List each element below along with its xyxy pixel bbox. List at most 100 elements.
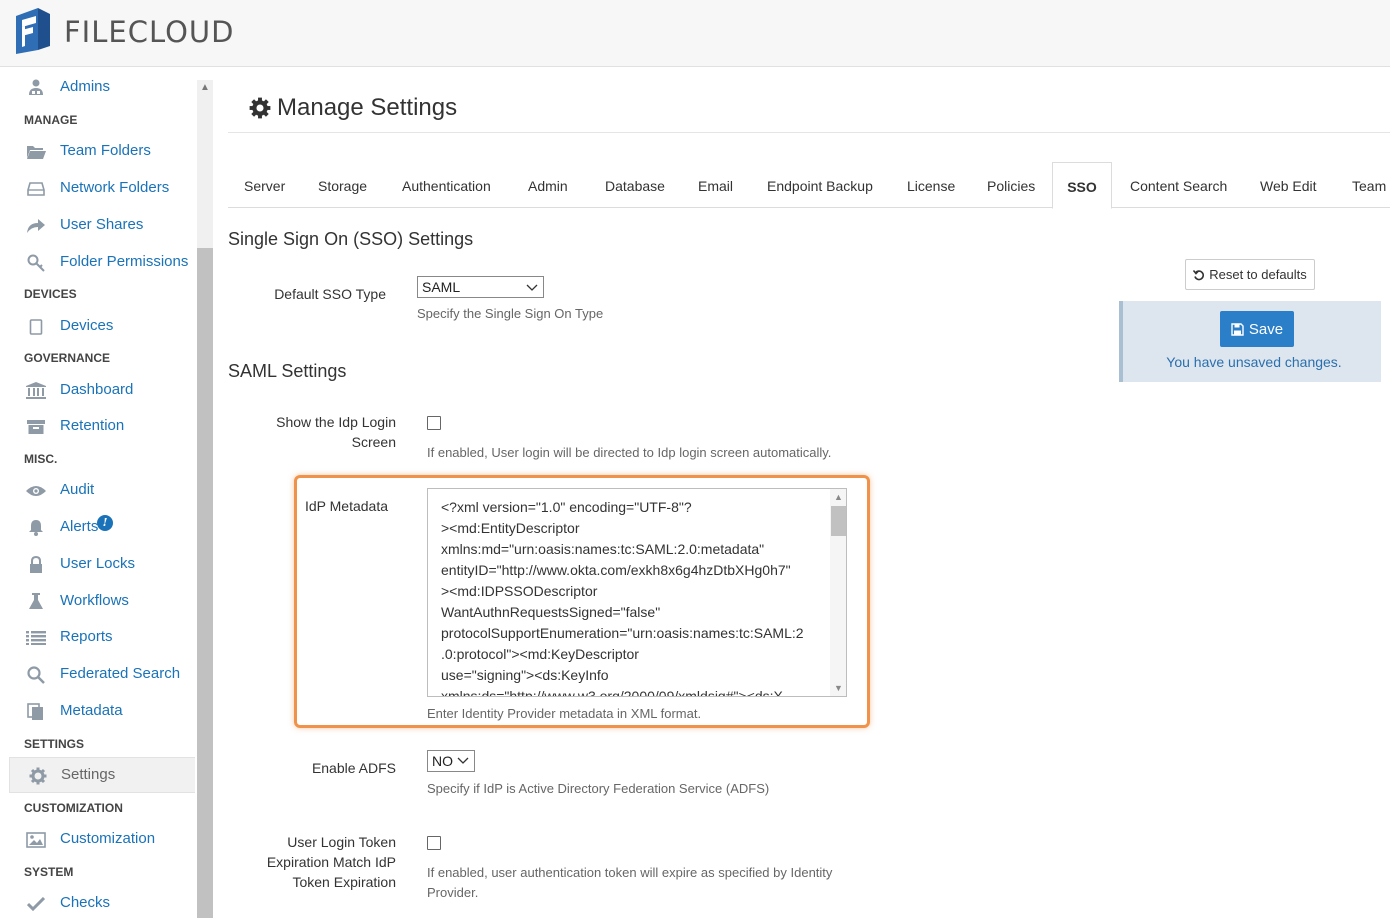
show-idp-login-help: If enabled, User login will be directed … — [427, 445, 832, 460]
filecloud-logo-icon[interactable] — [12, 6, 52, 56]
sidebar-item-admins[interactable]: Admins — [0, 72, 197, 102]
alert-badge: ! — [97, 515, 113, 531]
tab-admin[interactable]: Admin — [528, 162, 568, 208]
token-expiration-checkbox[interactable] — [427, 836, 441, 850]
token-expiration-label: User Login Token Expiration Match IdP To… — [230, 832, 396, 892]
sidebar-item-folder-permissions[interactable]: Folder Permissions — [0, 247, 197, 277]
help-line: Provider. — [427, 885, 479, 900]
floppy-disk-icon — [1231, 322, 1244, 336]
sidebar-item-customization[interactable]: Customization — [0, 824, 197, 854]
sidebar-item-checks[interactable]: Checks — [0, 888, 197, 918]
tab-web-edit[interactable]: Web Edit — [1260, 162, 1317, 208]
default-sso-type-select[interactable]: SAML — [417, 276, 544, 298]
sidebar-item-devices[interactable]: Devices — [0, 311, 197, 341]
label-line: Screen — [351, 434, 396, 450]
picture-icon — [26, 831, 46, 848]
tab-sso[interactable]: SSO — [1052, 162, 1112, 209]
sidebar-item-federated-search[interactable]: Federated Search — [0, 659, 197, 689]
default-sso-type-label: Default SSO Type — [274, 286, 386, 302]
save-panel: Save You have unsaved changes. — [1119, 301, 1381, 382]
undo-icon — [1193, 269, 1205, 280]
sidebar-item-label: Network Folders — [60, 179, 170, 196]
idp-metadata-text: <?xml version="1.0" encoding="UTF-8"? ><… — [441, 499, 804, 697]
saml-section-title: SAML Settings — [228, 361, 347, 381]
sidebar-item-reports[interactable]: Reports — [0, 622, 197, 652]
sso-section-title: Single Sign On (SSO) Settings — [228, 229, 474, 249]
sidebar-item-team-folders[interactable]: Team Folders — [0, 136, 197, 166]
sidebar-item-metadata[interactable]: Metadata — [0, 696, 197, 726]
chevron-down-icon — [526, 284, 538, 291]
idp-metadata-textarea[interactable]: <?xml version="1.0" encoding="UTF-8"? ><… — [427, 488, 847, 697]
textarea-scroll-down-icon[interactable]: ▼ — [830, 680, 846, 696]
network-drive-icon — [26, 180, 46, 197]
sidebar-heading-devices: DEVICES — [24, 287, 77, 301]
tab-license[interactable]: License — [907, 162, 955, 208]
tab-email[interactable]: Email — [698, 162, 733, 208]
sidebar-item-retention[interactable]: Retention — [0, 411, 197, 441]
sidebar-item-label: User Shares — [60, 216, 144, 233]
tablet-icon — [26, 318, 46, 335]
tab-database[interactable]: Database — [605, 162, 665, 208]
checkmark-icon — [26, 895, 46, 912]
save-button[interactable]: Save — [1220, 311, 1294, 347]
save-label: Save — [1248, 320, 1284, 338]
sidebar-item-label: Metadata — [60, 702, 123, 719]
reset-to-defaults-button[interactable]: Reset to defaults — [1185, 259, 1315, 290]
page-title-text: Manage Settings — [277, 94, 458, 121]
files-icon — [26, 702, 46, 720]
sidebar-item-label: Reports — [60, 628, 113, 645]
tab-policies[interactable]: Policies — [987, 162, 1035, 208]
sidebar-item-workflows[interactable]: Workflows — [0, 586, 197, 616]
enable-adfs-help: Specify if IdP is Active Directory Feder… — [427, 781, 770, 796]
sidebar-item-label: User Locks — [60, 555, 136, 572]
label-line: Show the Idp Login — [276, 414, 396, 430]
sidebar-item-dashboard[interactable]: Dashboard — [0, 375, 197, 405]
key-icon — [26, 254, 46, 272]
share-arrow-icon — [26, 217, 46, 234]
sidebar-item-label: Workflows — [60, 592, 129, 609]
folder-open-icon — [26, 143, 46, 160]
settings-tabs: Server Storage Authentication Admin Data… — [228, 162, 1390, 209]
tab-server[interactable]: Server — [244, 162, 285, 208]
tab-authentication[interactable]: Authentication — [402, 162, 491, 208]
sidebar-item-label: Dashboard — [60, 381, 134, 398]
sidebar-item-user-shares[interactable]: User Shares — [0, 210, 197, 240]
show-idp-login-label: Show the Idp Login Screen — [240, 412, 396, 452]
sidebar-heading-misc: MISC. — [24, 452, 58, 466]
sidebar-item-label: Team Folders — [60, 142, 151, 159]
sidebar-item-label: Alerts — [60, 518, 99, 535]
sidebar-item-settings[interactable]: Settings — [9, 757, 195, 793]
idp-metadata-label: IdP Metadata — [304, 498, 388, 514]
sidebar-scrollbar-thumb[interactable] — [197, 248, 213, 918]
title-divider — [228, 132, 1390, 133]
sidebar-item-label: Settings — [61, 766, 116, 783]
sidebar-item-user-locks[interactable]: User Locks — [0, 549, 197, 579]
sidebar-item-audit[interactable]: Audit — [0, 475, 197, 505]
sidebar-item-label: Federated Search — [60, 665, 181, 682]
sidebar-item-alerts[interactable]: Alerts ! — [0, 512, 197, 542]
help-line: If enabled, user authentication token wi… — [427, 865, 833, 880]
show-idp-login-checkbox[interactable] — [427, 416, 441, 430]
tab-storage[interactable]: Storage — [318, 162, 367, 208]
sidebar-item-network-folders[interactable]: Network Folders — [0, 173, 197, 203]
gear-icon — [28, 767, 48, 784]
tab-content-search[interactable]: Content Search — [1130, 162, 1227, 208]
tab-team-folders[interactable]: Team F — [1352, 162, 1390, 208]
textarea-scroll-up-icon[interactable]: ▲ — [830, 489, 846, 505]
page-title: Manage Settings — [249, 94, 457, 122]
enable-adfs-select[interactable]: NO — [427, 750, 475, 772]
sidebar-heading-system: SYSTEM — [24, 865, 74, 879]
chevron-down-icon — [457, 757, 469, 764]
archive-icon — [26, 418, 46, 435]
search-icon — [26, 665, 46, 684]
sidebar-scroll-up-icon[interactable]: ▲ — [197, 80, 213, 96]
gear-icon — [249, 97, 271, 119]
flask-icon — [26, 593, 46, 610]
bell-icon — [26, 519, 46, 536]
reset-label: Reset to defaults — [1209, 267, 1307, 282]
tab-endpoint-backup[interactable]: Endpoint Backup — [767, 162, 873, 208]
sidebar-item-label: Folder Permissions — [60, 253, 189, 270]
label-line: Token Expiration — [292, 874, 396, 890]
textarea-scrollbar-thumb[interactable] — [831, 506, 846, 536]
label-line: User Login Token — [287, 834, 396, 850]
